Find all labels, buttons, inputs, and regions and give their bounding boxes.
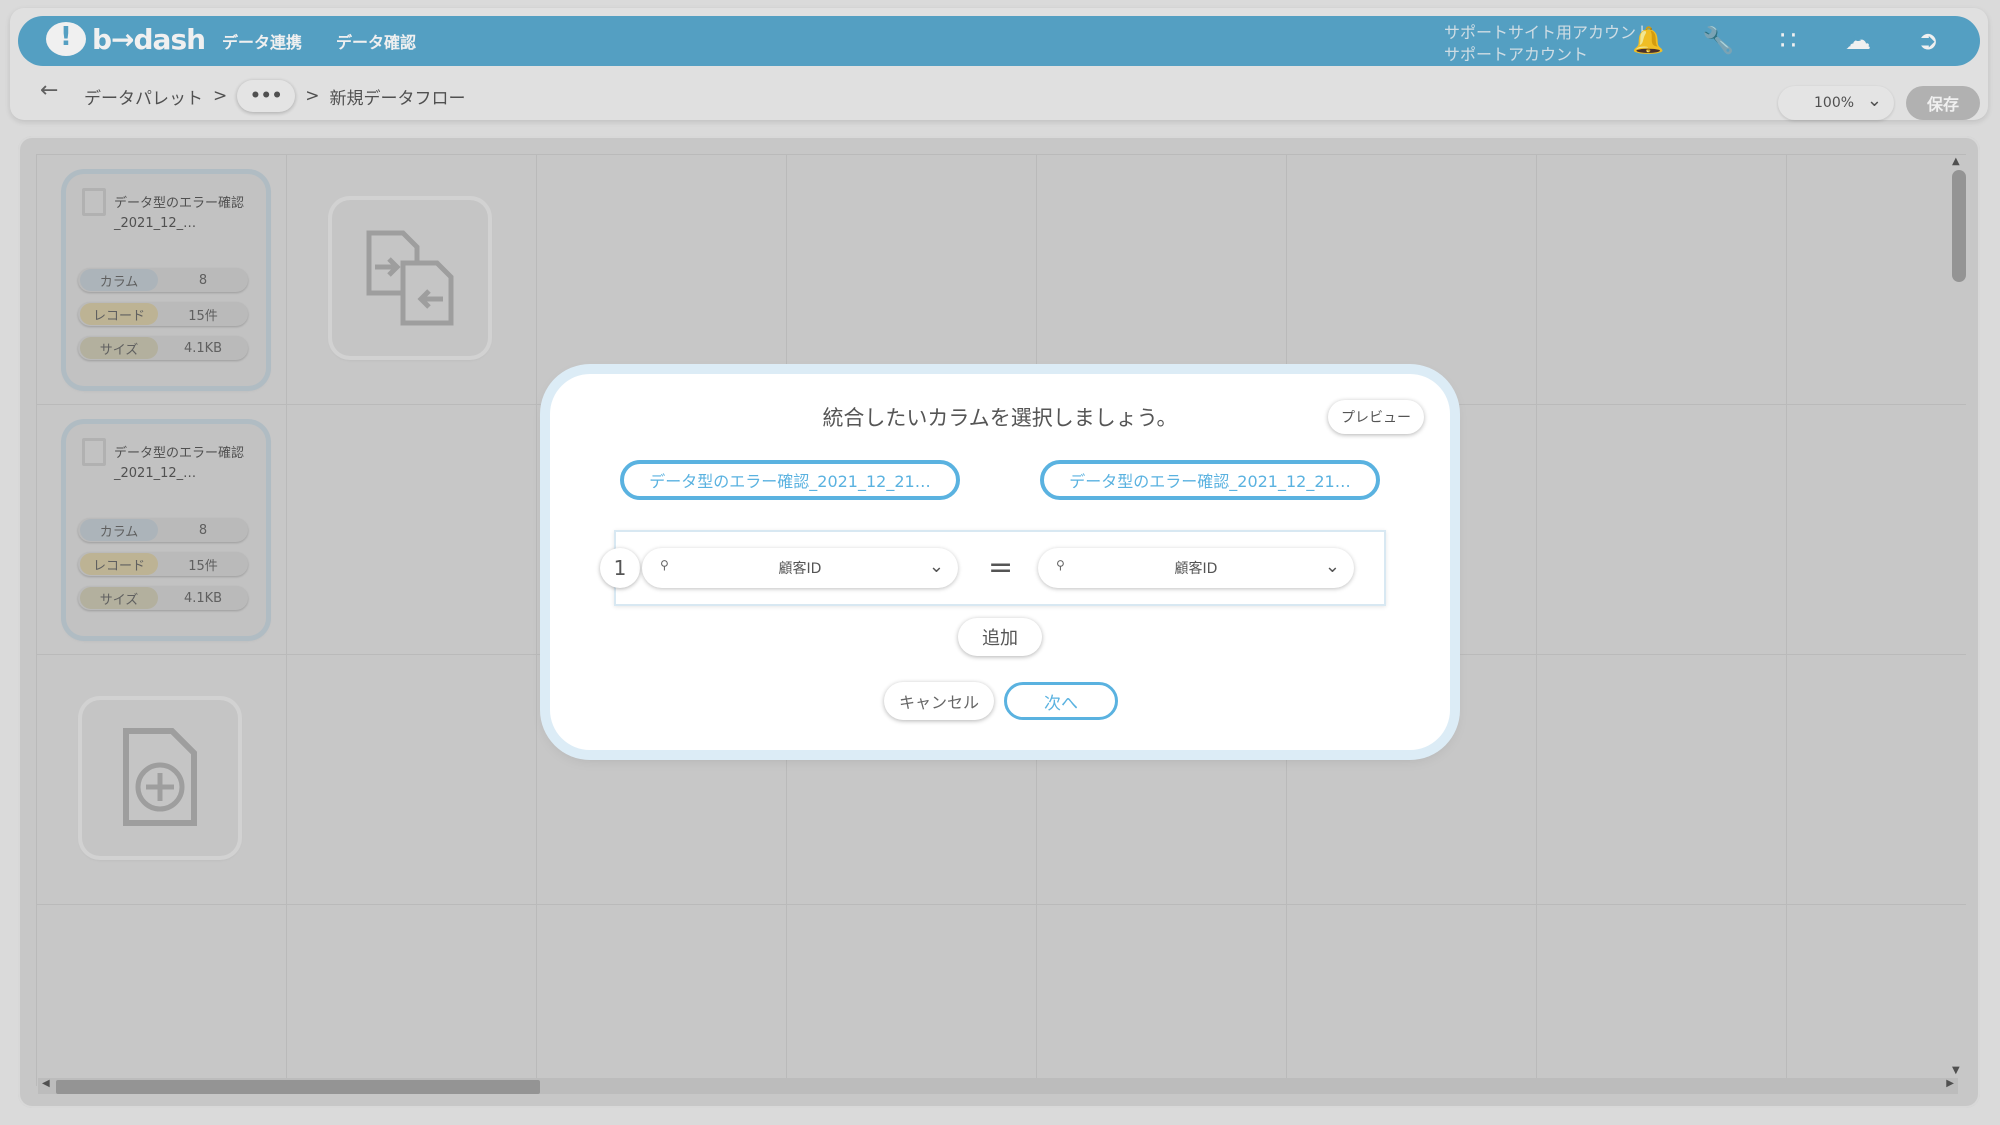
search-icon: ⚲ — [1056, 558, 1065, 572]
left-source-label: データ型のエラー確認_2021_12_21… — [620, 460, 960, 500]
chevron-down-icon: ⌄ — [928, 556, 944, 577]
left-column-value: 顧客ID — [778, 561, 822, 577]
left-column-select[interactable]: ⚲ 顧客ID ⌄ — [642, 548, 958, 588]
join-column-dialog: 統合したいカラムを選択しましょう。 プレビュー データ型のエラー確認_2021_… — [550, 374, 1450, 750]
equals-operator: = — [988, 550, 1014, 585]
dialog-title: 統合したいカラムを選択しましょう。 — [822, 406, 1178, 430]
join-condition-row: 1 ⚲ 顧客ID ⌄ = ⚲ 顧客ID ⌄ — [600, 530, 1386, 606]
chevron-down-icon: ⌄ — [1324, 556, 1340, 577]
right-column-select[interactable]: ⚲ 顧客ID ⌄ — [1038, 548, 1354, 588]
right-source-label: データ型のエラー確認_2021_12_21… — [1040, 460, 1380, 500]
preview-button[interactable]: プレビュー — [1328, 400, 1424, 434]
row-index: 1 — [600, 548, 640, 588]
search-icon: ⚲ — [660, 558, 669, 572]
right-column-value: 顧客ID — [1174, 561, 1218, 577]
next-button[interactable]: 次へ — [1004, 682, 1118, 720]
cancel-button[interactable]: キャンセル — [884, 682, 994, 720]
add-condition-button[interactable]: 追加 — [958, 618, 1042, 656]
